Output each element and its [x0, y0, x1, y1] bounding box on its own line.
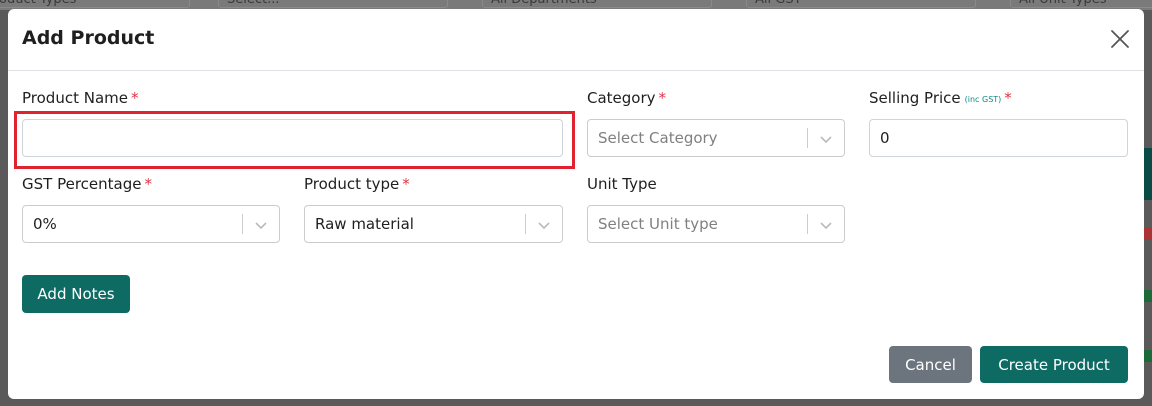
category-label: Category * [587, 89, 666, 107]
background-filter-gst: All GST [746, 0, 976, 8]
modal-header: Add Product [8, 9, 1144, 71]
close-button[interactable] [1108, 27, 1132, 51]
product-name-label: Product Name * [22, 89, 138, 107]
close-icon [1111, 30, 1129, 48]
category-label-text: Category [587, 89, 656, 107]
required-marker: * [1004, 89, 1012, 107]
gst-percentage-label: GST Percentage * [22, 175, 152, 193]
category-select-placeholder: Select Category [598, 129, 718, 147]
create-product-button[interactable]: Create Product [980, 346, 1128, 383]
required-marker: * [144, 175, 152, 193]
product-type-value: Raw material [315, 215, 414, 233]
category-select[interactable]: Select Category [587, 119, 845, 157]
select-separator [807, 214, 808, 234]
gst-percentage-label-text: GST Percentage [22, 175, 142, 193]
product-name-input[interactable] [22, 119, 563, 157]
unit-type-select[interactable]: Select Unit type [587, 205, 845, 243]
gst-percentage-value: 0% [33, 215, 57, 233]
selling-price-input[interactable] [869, 119, 1128, 157]
background-filter-departments: All Departments [482, 0, 712, 8]
add-notes-button[interactable]: Add Notes [22, 275, 130, 313]
select-separator [242, 214, 243, 234]
selling-price-sublabel: (inc GST) [964, 95, 1002, 104]
modal-title: Add Product [22, 27, 155, 49]
product-type-label: Product type * [304, 175, 410, 193]
chevron-down-icon [538, 222, 550, 230]
chevron-down-icon [255, 222, 267, 230]
product-name-label-text: Product Name [22, 89, 128, 107]
background-filter-select: Select... [218, 0, 448, 8]
cancel-button[interactable]: Cancel [889, 346, 972, 383]
unit-type-placeholder: Select Unit type [598, 215, 718, 233]
product-type-label-text: Product type [304, 175, 400, 193]
required-marker: * [130, 89, 139, 107]
select-separator [525, 214, 526, 234]
selling-price-label: Selling Price (inc GST) * [869, 89, 1012, 107]
unit-type-label-text: Unit Type [587, 175, 657, 193]
add-product-modal: Add Product Product Name * Category * Sele… [8, 9, 1144, 399]
selling-price-label-text: Selling Price [869, 89, 961, 107]
select-separator [807, 128, 808, 148]
background-filter-unit-types: All Unit Types [1010, 0, 1152, 8]
required-marker: * [658, 89, 667, 107]
product-type-select[interactable]: Raw material [304, 205, 563, 243]
chevron-down-icon [820, 136, 832, 144]
gst-percentage-select[interactable]: 0% [22, 205, 280, 243]
chevron-down-icon [820, 222, 832, 230]
required-marker: * [402, 175, 410, 193]
unit-type-label: Unit Type [587, 175, 657, 193]
background-filter-product-types: oduct Types [0, 0, 190, 8]
